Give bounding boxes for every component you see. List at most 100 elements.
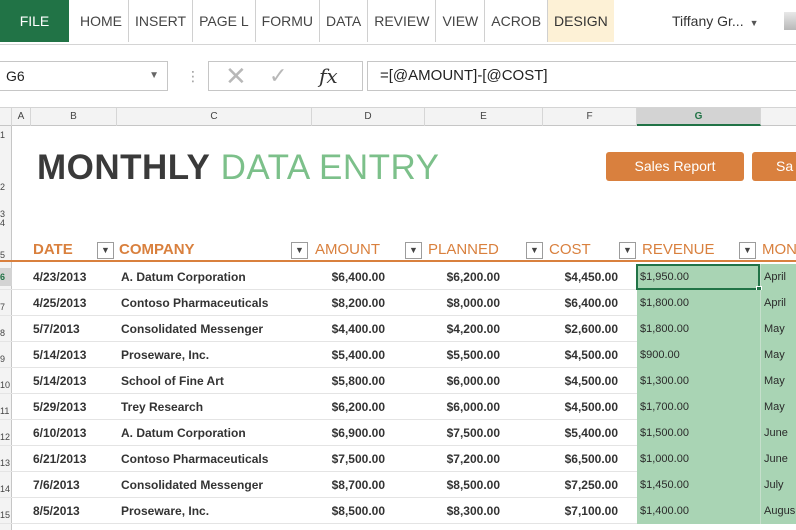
cell-month[interactable]: May bbox=[761, 342, 796, 368]
cell-cost[interactable]: $4,500.00 bbox=[540, 394, 618, 420]
row-header[interactable]: 1 bbox=[0, 130, 12, 140]
chevron-down-icon[interactable]: ▼ bbox=[149, 62, 159, 90]
cell-company[interactable]: Proseware, Inc. bbox=[121, 342, 311, 368]
cell-planned[interactable]: $8,000.00 bbox=[420, 290, 500, 316]
cell-company[interactable]: Proseware, Inc. bbox=[121, 498, 311, 524]
cell-cost[interactable]: $4,450.00 bbox=[540, 264, 618, 290]
cell-planned[interactable]: $6,000.00 bbox=[420, 368, 500, 394]
cell-amount[interactable]: $8,200.00 bbox=[312, 290, 385, 316]
tab-view[interactable]: VIEW bbox=[436, 0, 486, 42]
cell-revenue[interactable]: $1,800.00 bbox=[637, 290, 761, 316]
cell-date[interactable]: 7/6/2013 bbox=[33, 472, 117, 498]
cell-company[interactable]: Consolidated Messenger bbox=[121, 472, 311, 498]
cell-planned[interactable]: $4,200.00 bbox=[420, 316, 500, 342]
user-account[interactable]: Tiffany Gr... ▼ bbox=[672, 0, 759, 42]
cell-cost[interactable]: $2,600.00 bbox=[540, 316, 618, 342]
row-header[interactable]: 4 bbox=[0, 218, 12, 228]
select-all-corner[interactable] bbox=[0, 108, 12, 126]
cell-planned[interactable]: $5,500.00 bbox=[420, 342, 500, 368]
cell-amount[interactable]: $5,400.00 bbox=[312, 342, 385, 368]
cell-amount[interactable]: $8,700.00 bbox=[312, 472, 385, 498]
cell-cost[interactable]: $6,400.00 bbox=[540, 290, 618, 316]
cell-date[interactable]: 4/25/2013 bbox=[33, 290, 117, 316]
column-header-g[interactable]: G bbox=[637, 108, 761, 126]
insert-function-icon[interactable]: fx bbox=[319, 62, 338, 90]
cell-revenue[interactable]: $900.00 bbox=[637, 342, 761, 368]
filter-dropdown-icon[interactable]: ▼ bbox=[619, 242, 636, 259]
cell-revenue[interactable]: $1,500.00 bbox=[637, 420, 761, 446]
cell-cost[interactable]: $7,250.00 bbox=[540, 472, 618, 498]
cancel-icon[interactable]: ✕ bbox=[225, 61, 247, 91]
name-box[interactable]: G6 ▼ bbox=[0, 61, 168, 91]
cell-cost[interactable]: $6,500.00 bbox=[540, 446, 618, 472]
cell-date[interactable]: 4/23/2013 bbox=[33, 264, 117, 290]
cell-company[interactable]: School of Fine Art bbox=[121, 368, 311, 394]
tab-file[interactable]: FILE bbox=[0, 0, 69, 42]
sales-report-button[interactable]: Sales Report bbox=[606, 152, 744, 181]
cell-cost[interactable]: $7,100.00 bbox=[540, 498, 618, 524]
cell-cost[interactable]: $4,500.00 bbox=[540, 342, 618, 368]
cell-planned[interactable]: $7,500.00 bbox=[420, 420, 500, 446]
cell-month[interactable]: April bbox=[761, 290, 796, 316]
filter-dropdown-icon[interactable]: ▼ bbox=[526, 242, 543, 259]
cell-planned[interactable]: $7,200.00 bbox=[420, 446, 500, 472]
cell-company[interactable]: Trey Research bbox=[121, 394, 311, 420]
cell-amount[interactable]: $7,500.00 bbox=[312, 446, 385, 472]
column-header-b[interactable]: B bbox=[31, 108, 117, 126]
cell-revenue[interactable]: $1,800.00 bbox=[637, 316, 761, 342]
cell-date[interactable]: 6/21/2013 bbox=[33, 446, 117, 472]
cell-planned[interactable]: $6,200.00 bbox=[420, 264, 500, 290]
cell-date[interactable]: 5/14/2013 bbox=[33, 368, 117, 394]
cell-month[interactable]: July bbox=[761, 472, 796, 498]
cell-company[interactable]: Contoso Pharmaceuticals bbox=[121, 290, 311, 316]
column-header-f[interactable]: F bbox=[543, 108, 637, 126]
cell-cost[interactable]: $5,400.00 bbox=[540, 420, 618, 446]
column-header-e[interactable]: E bbox=[425, 108, 543, 126]
cell-date[interactable]: 6/10/2013 bbox=[33, 420, 117, 446]
tab-data[interactable]: DATA bbox=[320, 0, 369, 42]
cell-month[interactable]: April bbox=[761, 264, 796, 290]
cell-revenue[interactable]: $1,450.00 bbox=[637, 472, 761, 498]
cell-company[interactable]: A. Datum Corporation bbox=[121, 420, 311, 446]
cell-planned[interactable]: $8,300.00 bbox=[420, 498, 500, 524]
cell-company[interactable]: Contoso Pharmaceuticals bbox=[121, 446, 311, 472]
tab-home[interactable]: HOME bbox=[74, 0, 129, 42]
filter-dropdown-icon[interactable]: ▼ bbox=[739, 242, 756, 259]
column-header-a[interactable]: A bbox=[12, 108, 31, 126]
cell-amount[interactable]: $6,200.00 bbox=[312, 394, 385, 420]
cell-revenue[interactable]: $1,000.00 bbox=[637, 446, 761, 472]
tab-insert[interactable]: INSERT bbox=[129, 0, 194, 42]
cell-month[interactable]: June bbox=[761, 420, 796, 446]
check-icon[interactable]: ✓ bbox=[269, 61, 287, 91]
avatar[interactable] bbox=[784, 12, 796, 30]
cell-amount[interactable]: $4,400.00 bbox=[312, 316, 385, 342]
row-header[interactable]: 2 bbox=[0, 182, 12, 192]
column-header-d[interactable]: D bbox=[312, 108, 425, 126]
cell-revenue[interactable]: $1,950.00 bbox=[637, 264, 761, 290]
tab-formulas[interactable]: FORMU bbox=[256, 0, 320, 42]
cell-revenue[interactable]: $1,300.00 bbox=[637, 368, 761, 394]
tab-acrobat[interactable]: ACROB bbox=[485, 0, 549, 42]
cell-amount[interactable]: $6,400.00 bbox=[312, 264, 385, 290]
cell-date[interactable]: 5/29/2013 bbox=[33, 394, 117, 420]
column-header-c[interactable]: C bbox=[117, 108, 312, 126]
cell-planned[interactable]: $8,500.00 bbox=[420, 472, 500, 498]
second-report-button[interactable]: Sa bbox=[752, 152, 796, 181]
cell-month[interactable]: May bbox=[761, 394, 796, 420]
tab-page-layout[interactable]: PAGE L bbox=[193, 0, 256, 42]
cell-month[interactable]: Augus bbox=[761, 498, 796, 524]
cell-company[interactable]: Consolidated Messenger bbox=[121, 316, 311, 342]
filter-dropdown-icon[interactable]: ▼ bbox=[97, 242, 114, 259]
cell-company[interactable]: A. Datum Corporation bbox=[121, 264, 311, 290]
cell-amount[interactable]: $6,900.00 bbox=[312, 420, 385, 446]
cell-date[interactable]: 5/7/2013 bbox=[33, 316, 117, 342]
tab-design[interactable]: DESIGN bbox=[548, 0, 614, 42]
filter-dropdown-icon[interactable]: ▼ bbox=[405, 242, 422, 259]
cell-month[interactable]: May bbox=[761, 316, 796, 342]
cell-revenue[interactable]: $1,700.00 bbox=[637, 394, 761, 420]
filter-dropdown-icon[interactable]: ▼ bbox=[291, 242, 308, 259]
cell-amount[interactable]: $5,800.00 bbox=[312, 368, 385, 394]
cell-date[interactable]: 5/14/2013 bbox=[33, 342, 117, 368]
cell-cost[interactable]: $4,500.00 bbox=[540, 368, 618, 394]
tab-review[interactable]: REVIEW bbox=[368, 0, 437, 42]
